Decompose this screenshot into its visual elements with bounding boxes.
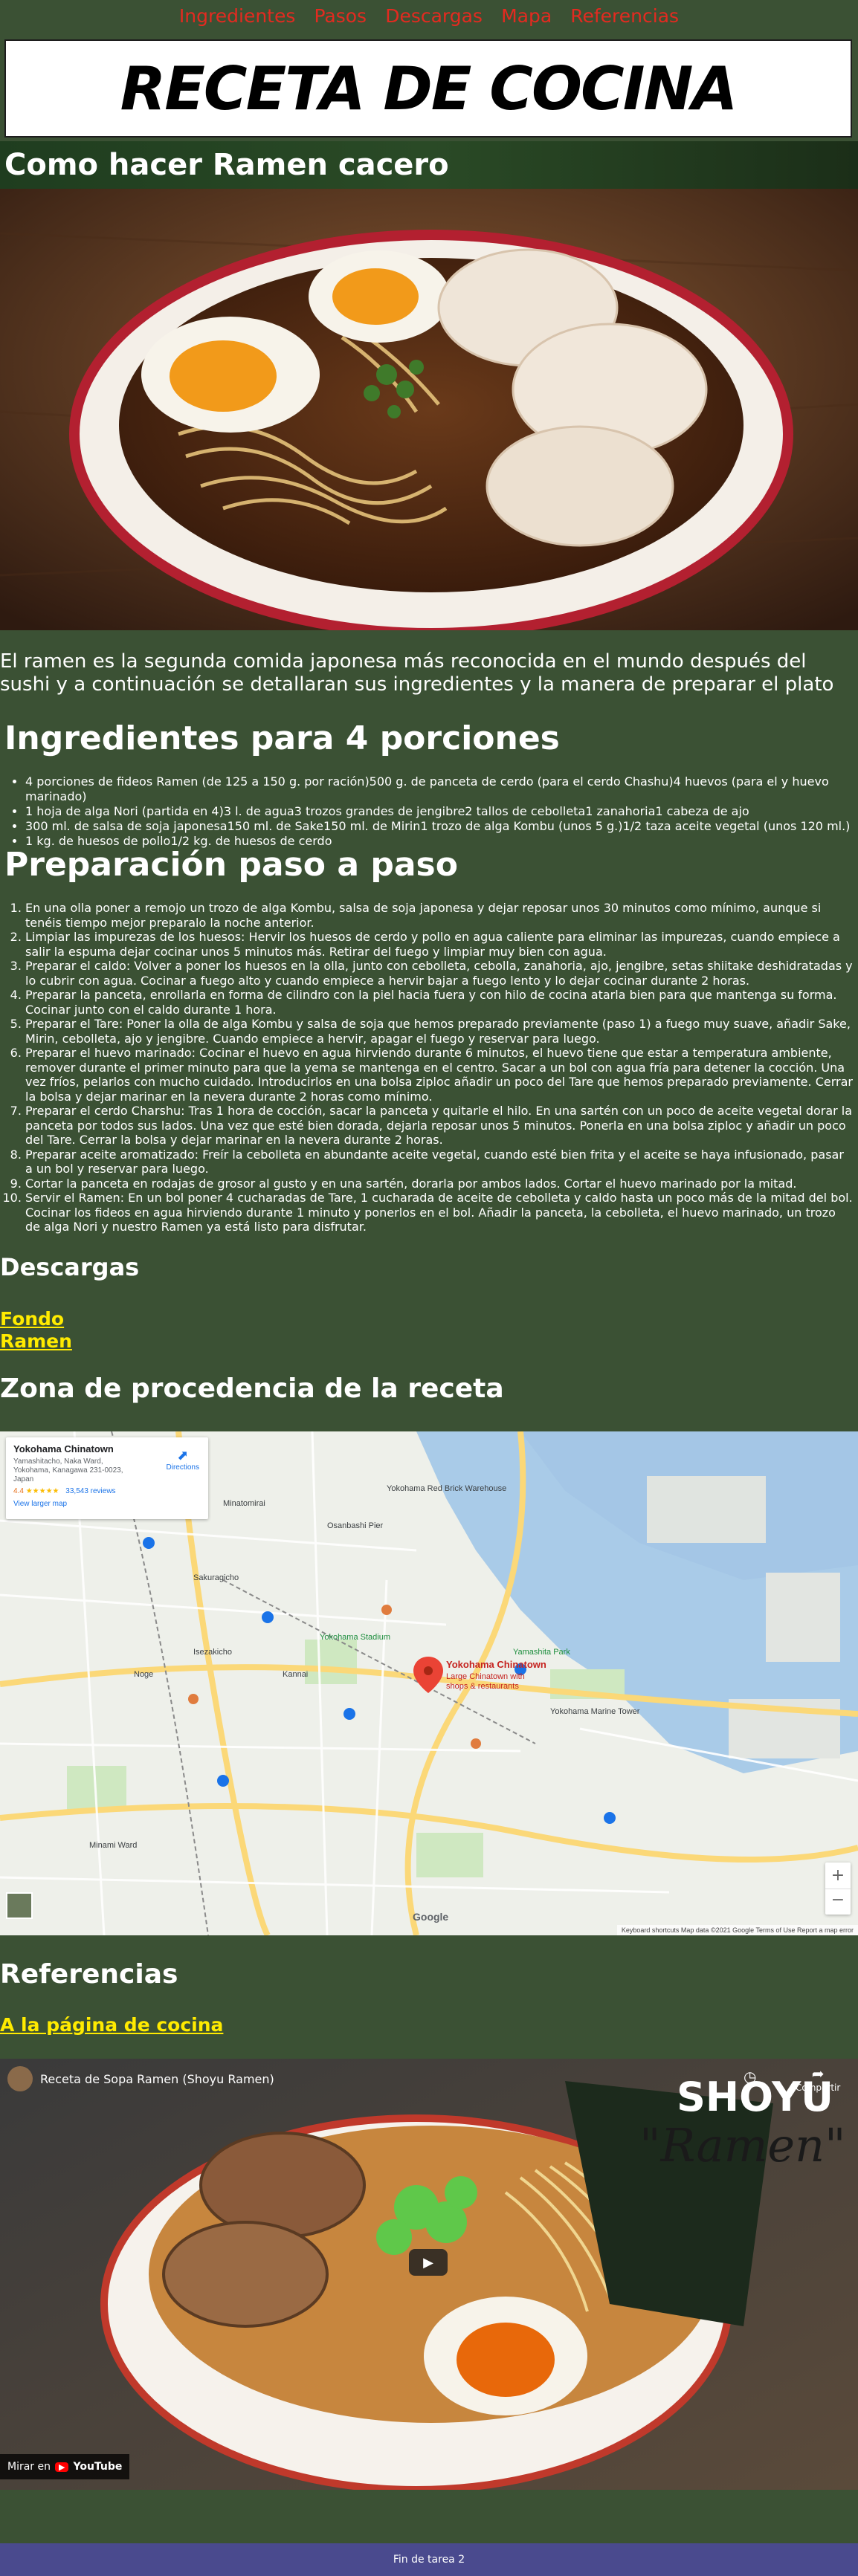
zoom-in-button[interactable]: + xyxy=(825,1863,851,1889)
origin-heading: Zona de procedencia de la receta xyxy=(0,1373,504,1404)
page-subtitle: Como hacer Ramen cacero xyxy=(4,148,449,182)
map-label: Osanbashi Pier xyxy=(327,1521,384,1530)
directions-label: Directions xyxy=(166,1463,199,1472)
google-map[interactable]: Yokohama Chinatown Large Chinatown with … xyxy=(0,1431,858,1935)
view-larger-map-link[interactable]: View larger map xyxy=(13,1500,201,1508)
map-label: Yamashita Park xyxy=(513,1648,570,1657)
watch-on-youtube[interactable]: Mirar en ▶ YouTube xyxy=(0,2454,130,2479)
list-item: 300 ml. de salsa de soja japonesa150 ml.… xyxy=(25,819,854,834)
ramen-bowl-image xyxy=(0,189,858,630)
zoom-out-button[interactable]: − xyxy=(825,1889,851,1915)
overlay-title: SHOYU xyxy=(677,2074,834,2120)
downloads-heading: Descargas xyxy=(0,1253,140,1281)
map-label: Sakuragicho xyxy=(193,1573,239,1582)
directions-button[interactable]: ⬈ Directions xyxy=(167,1448,199,1472)
list-item: 4 porciones de fideos Ramen (de 125 a 15… xyxy=(25,774,854,804)
nav-mapa[interactable]: Mapa xyxy=(501,0,552,33)
google-logo: Google xyxy=(413,1911,448,1923)
page-title: RECETA DE COCINA xyxy=(120,54,738,123)
list-item: Preparar el Tare: Poner la olla de alga … xyxy=(25,1017,854,1046)
pin-sublabel-1: Large Chinatown with xyxy=(446,1672,525,1681)
references-heading: Referencias xyxy=(0,1959,178,1990)
nav-descargas[interactable]: Descargas xyxy=(385,0,483,33)
directions-icon: ⬈ xyxy=(177,1448,189,1463)
zoom-control: + − xyxy=(825,1863,851,1915)
list-item: Preparar aceite aromatizado: Freír la ce… xyxy=(25,1148,854,1177)
download-link-fondo[interactable]: Fondo xyxy=(0,1308,64,1330)
map-label: Kannai xyxy=(283,1670,308,1679)
download-link-ramen[interactable]: Ramen xyxy=(0,1330,72,1352)
map-label: Noge xyxy=(134,1670,153,1679)
footer: Fin de tarea 2 xyxy=(0,2543,858,2576)
map-label: Yokohama Marine Tower xyxy=(550,1707,640,1716)
nav-ingredientes[interactable]: Ingredientes xyxy=(179,0,295,33)
list-item: En una olla poner a remojo un trozo de a… xyxy=(25,901,854,930)
map-attribution[interactable]: Keyboard shortcuts Map data ©2021 Google… xyxy=(616,1925,858,1935)
nav-pasos[interactable]: Pasos xyxy=(314,0,367,33)
address-line: Japan xyxy=(13,1475,34,1483)
pin-sublabel-2: shops & restaurants xyxy=(446,1682,519,1691)
list-item: Preparar el caldo: Volver a poner los hu… xyxy=(25,959,854,988)
list-item: Limpiar las impurezas de los huesos: Her… xyxy=(25,930,854,959)
preparation-heading: Preparación paso a paso xyxy=(4,846,458,884)
intro-text: El ramen es la segunda comida japonesa m… xyxy=(0,650,834,696)
pin-label: Yokohama Chinatown xyxy=(446,1659,546,1670)
list-item: 1 hoja de alga Nori (partida en 4)3 l. d… xyxy=(25,804,854,819)
rating-stars-icon: ★★★★★ xyxy=(25,1487,59,1495)
channel-avatar[interactable] xyxy=(7,2066,33,2091)
footer-text: Fin de tarea 2 xyxy=(393,2554,465,2566)
list-item: Preparar la panceta, enrollarla en forma… xyxy=(25,988,854,1017)
place-card: Yokohama Chinatown Yamashitacho, Naka Wa… xyxy=(6,1437,208,1519)
subtitle-banner: Como hacer Ramen cacero xyxy=(0,141,858,189)
ramen-photo xyxy=(0,189,858,630)
rating-value: 4.4 xyxy=(13,1487,24,1495)
map-label: Yokohama Stadium xyxy=(320,1633,390,1642)
list-item: Servir el Ramen: En un bol poner 4 cucha… xyxy=(25,1191,854,1234)
map-label: Minatomirai xyxy=(223,1499,265,1508)
video-title[interactable]: Receta de Sopa Ramen (Shoyu Ramen) xyxy=(40,2072,274,2086)
title-banner: RECETA DE COCINA xyxy=(4,39,852,137)
list-item: Preparar el huevo marinado: Cocinar el h… xyxy=(25,1046,854,1104)
reference-link[interactable]: A la página de cocina xyxy=(0,2014,223,2036)
ingredients-list: 4 porciones de fideos Ramen (de 125 a 15… xyxy=(25,774,854,849)
map-label: Isezakicho xyxy=(193,1648,232,1657)
list-item: Preparar el cerdo Charshu: Tras 1 hora d… xyxy=(25,1104,854,1148)
play-button[interactable]: ▶ xyxy=(409,2249,448,2276)
youtube-play-icon: ▶ xyxy=(55,2462,69,2472)
overlay-script: "Ramen" xyxy=(639,2118,846,2172)
map-label: Yokohama Red Brick Warehouse xyxy=(387,1484,506,1493)
video-header: Receta de Sopa Ramen (Shoyu Ramen) xyxy=(7,2066,274,2091)
youtube-logo: YouTube xyxy=(73,2461,123,2473)
top-nav: Ingredientes Pasos Descargas Mapa Refere… xyxy=(0,0,858,34)
reviews-link[interactable]: 33,543 reviews xyxy=(65,1487,115,1495)
watch-on-label: Mirar en xyxy=(7,2461,51,2473)
play-icon: ▶ xyxy=(423,2254,433,2271)
ingredients-heading: Ingredientes para 4 porciones xyxy=(4,719,560,757)
nav-referencias[interactable]: Referencias xyxy=(570,0,679,33)
list-item: Cortar la panceta en rodajas de grosor a… xyxy=(25,1177,854,1191)
youtube-embed[interactable]: Receta de Sopa Ramen (Shoyu Ramen) ◷ ➦ C… xyxy=(0,2059,858,2490)
map-label: Minami Ward xyxy=(89,1841,137,1850)
preparation-steps: En una olla poner a remojo un trozo de a… xyxy=(25,901,854,1234)
satellite-toggle[interactable] xyxy=(6,1892,33,1919)
